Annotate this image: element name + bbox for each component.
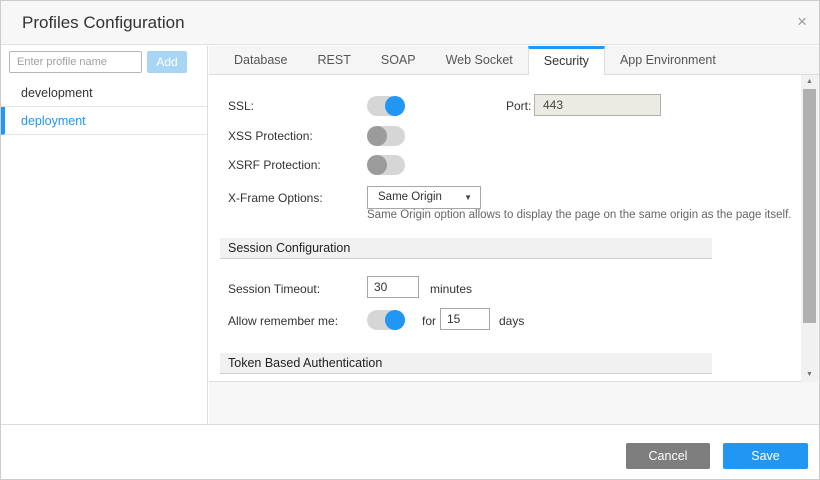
ssl-toggle-knob [385,96,405,116]
profiles-sidebar: Add development deployment [1,46,208,424]
tab-security[interactable]: Security [528,46,605,75]
chevron-down-icon: ▼ [464,187,472,208]
tab-database[interactable]: Database [219,46,303,74]
cancel-button[interactable]: Cancel [626,443,710,469]
profile-item-deployment[interactable]: deployment [1,107,207,135]
tab-web-socket[interactable]: Web Socket [431,46,528,74]
dialog-header: Profiles Configuration × [1,1,820,45]
profile-list: development deployment [1,79,207,135]
profile-name-input[interactable] [9,51,142,73]
xss-protection-toggle[interactable] [367,126,405,146]
remember-days-unit: days [499,314,524,328]
vertical-scrollbar[interactable]: ▲ ▼ [801,75,818,382]
x-frame-hint-text: Same Origin option allows to display the… [367,209,791,221]
session-timeout-input[interactable] [367,276,419,298]
tab-rest[interactable]: REST [303,46,366,74]
xss-toggle-knob [367,126,387,146]
scroll-up-icon[interactable]: ▲ [801,75,818,89]
xsrf-protection-label: XSRF Protection: [228,158,321,172]
session-configuration-heading: Session Configuration [220,238,712,259]
port-label: Port: [506,99,531,113]
session-timeout-unit: minutes [430,282,472,296]
ssl-label: SSL: [228,99,254,113]
token-authentication-heading: Token Based Authentication [220,353,712,374]
scroll-down-icon[interactable]: ▼ [801,368,818,382]
allow-remember-me-label: Allow remember me: [228,314,338,328]
settings-panel: Database REST SOAP Web Socket Security A… [209,46,820,424]
scrollbar-thumb[interactable] [803,89,816,323]
x-frame-options-label: X-Frame Options: [228,191,323,205]
save-button[interactable]: Save [723,443,808,469]
x-frame-options-select[interactable]: Same Origin ▼ [367,186,481,209]
tab-bar: Database REST SOAP Web Socket Security A… [209,46,820,75]
security-tab-content: SSL: Port: XSS Protection: XSRF Protecti… [209,75,801,382]
xsrf-protection-toggle[interactable] [367,155,405,175]
profiles-configuration-dialog: Profiles Configuration × Add development… [0,0,820,480]
close-icon[interactable]: × [797,12,807,32]
xsrf-toggle-knob [367,155,387,175]
tab-app-environment[interactable]: App Environment [605,46,731,74]
dialog-footer: Cancel Save [1,424,820,480]
x-frame-selected-value: Same Origin [378,191,442,203]
tab-soap[interactable]: SOAP [366,46,431,74]
remember-days-input[interactable] [440,308,490,330]
remember-for-text: for [422,314,436,328]
session-timeout-label: Session Timeout: [228,282,320,296]
port-input [534,94,661,116]
remember-toggle-knob [385,310,405,330]
xss-protection-label: XSS Protection: [228,129,313,143]
profile-item-development[interactable]: development [1,79,207,107]
allow-remember-me-toggle[interactable] [367,310,405,330]
dialog-title: Profiles Configuration [22,1,185,45]
add-profile-button[interactable]: Add [147,51,187,73]
ssl-toggle[interactable] [367,96,405,116]
